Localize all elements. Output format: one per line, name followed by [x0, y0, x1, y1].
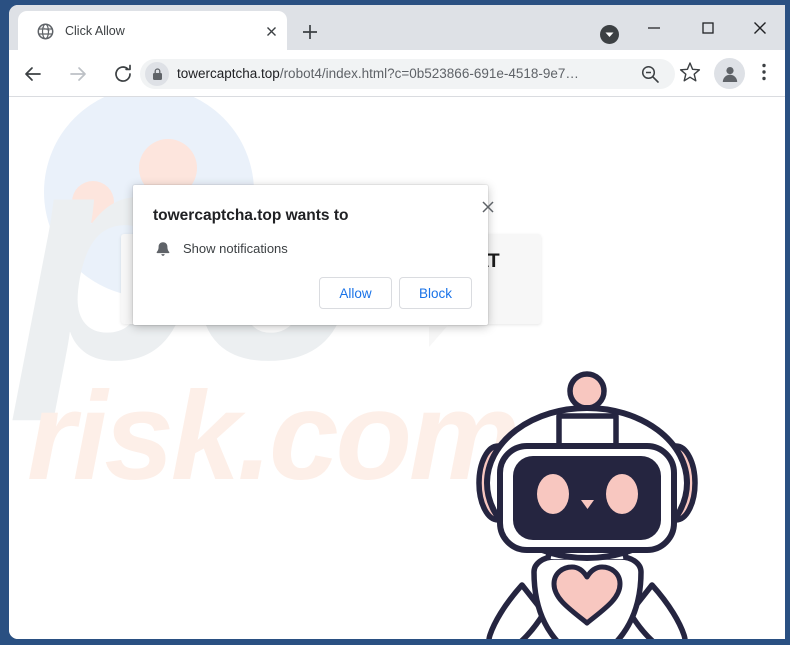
- download-chevron-icon[interactable]: [600, 25, 619, 44]
- browser-window: Click Allow towercaptcha.top/robot4/inde…: [9, 5, 785, 639]
- three-dot-menu-icon[interactable]: [753, 61, 775, 83]
- robot-mascot: [464, 367, 714, 639]
- url-path: /robot4/index.html?c=0b523866-691e-4518-…: [279, 66, 579, 81]
- block-button[interactable]: Block: [399, 277, 472, 309]
- back-arrow-icon[interactable]: [21, 62, 45, 86]
- window-maximize-button[interactable]: [685, 11, 731, 44]
- new-tab-button[interactable]: [297, 19, 323, 45]
- page-viewport: pc risk.com CLICK «ALLOW» TO CONFIRM THA…: [9, 97, 785, 639]
- zoom-out-icon[interactable]: [640, 64, 660, 84]
- notification-permission-dialog: towercaptcha.top wants to Show notificat…: [133, 185, 494, 325]
- allow-button[interactable]: Allow: [319, 277, 392, 309]
- address-bar[interactable]: towercaptcha.top/robot4/index.html?c=0b5…: [140, 59, 675, 89]
- browser-tab[interactable]: Click Allow: [18, 11, 287, 50]
- url-host: towercaptcha.top: [177, 66, 280, 81]
- dialog-close-icon[interactable]: [476, 195, 500, 219]
- window-close-button[interactable]: [737, 11, 783, 44]
- dialog-title: towercaptcha.top wants to: [153, 207, 349, 224]
- dialog-permission-label: Show notifications: [183, 241, 288, 256]
- watermark-bottom: risk.com: [27, 367, 520, 506]
- forward-arrow-icon: [66, 62, 90, 86]
- tab-strip: Click Allow: [9, 5, 785, 50]
- tab-close-icon[interactable]: [263, 23, 280, 40]
- url-text: towercaptcha.top/robot4/index.html?c=0b5…: [177, 65, 637, 83]
- reload-icon[interactable]: [111, 62, 135, 86]
- profile-avatar-icon[interactable]: [714, 58, 745, 89]
- window-minimize-button[interactable]: [631, 11, 677, 44]
- bell-icon: [154, 240, 172, 258]
- globe-icon: [37, 23, 54, 40]
- tab-title: Click Allow: [65, 24, 125, 38]
- bookmark-star-icon[interactable]: [679, 61, 701, 83]
- lock-icon[interactable]: [145, 62, 169, 86]
- browser-toolbar: towercaptcha.top/robot4/index.html?c=0b5…: [9, 50, 785, 97]
- window-frame: Click Allow towercaptcha.top/robot4/inde…: [0, 0, 790, 645]
